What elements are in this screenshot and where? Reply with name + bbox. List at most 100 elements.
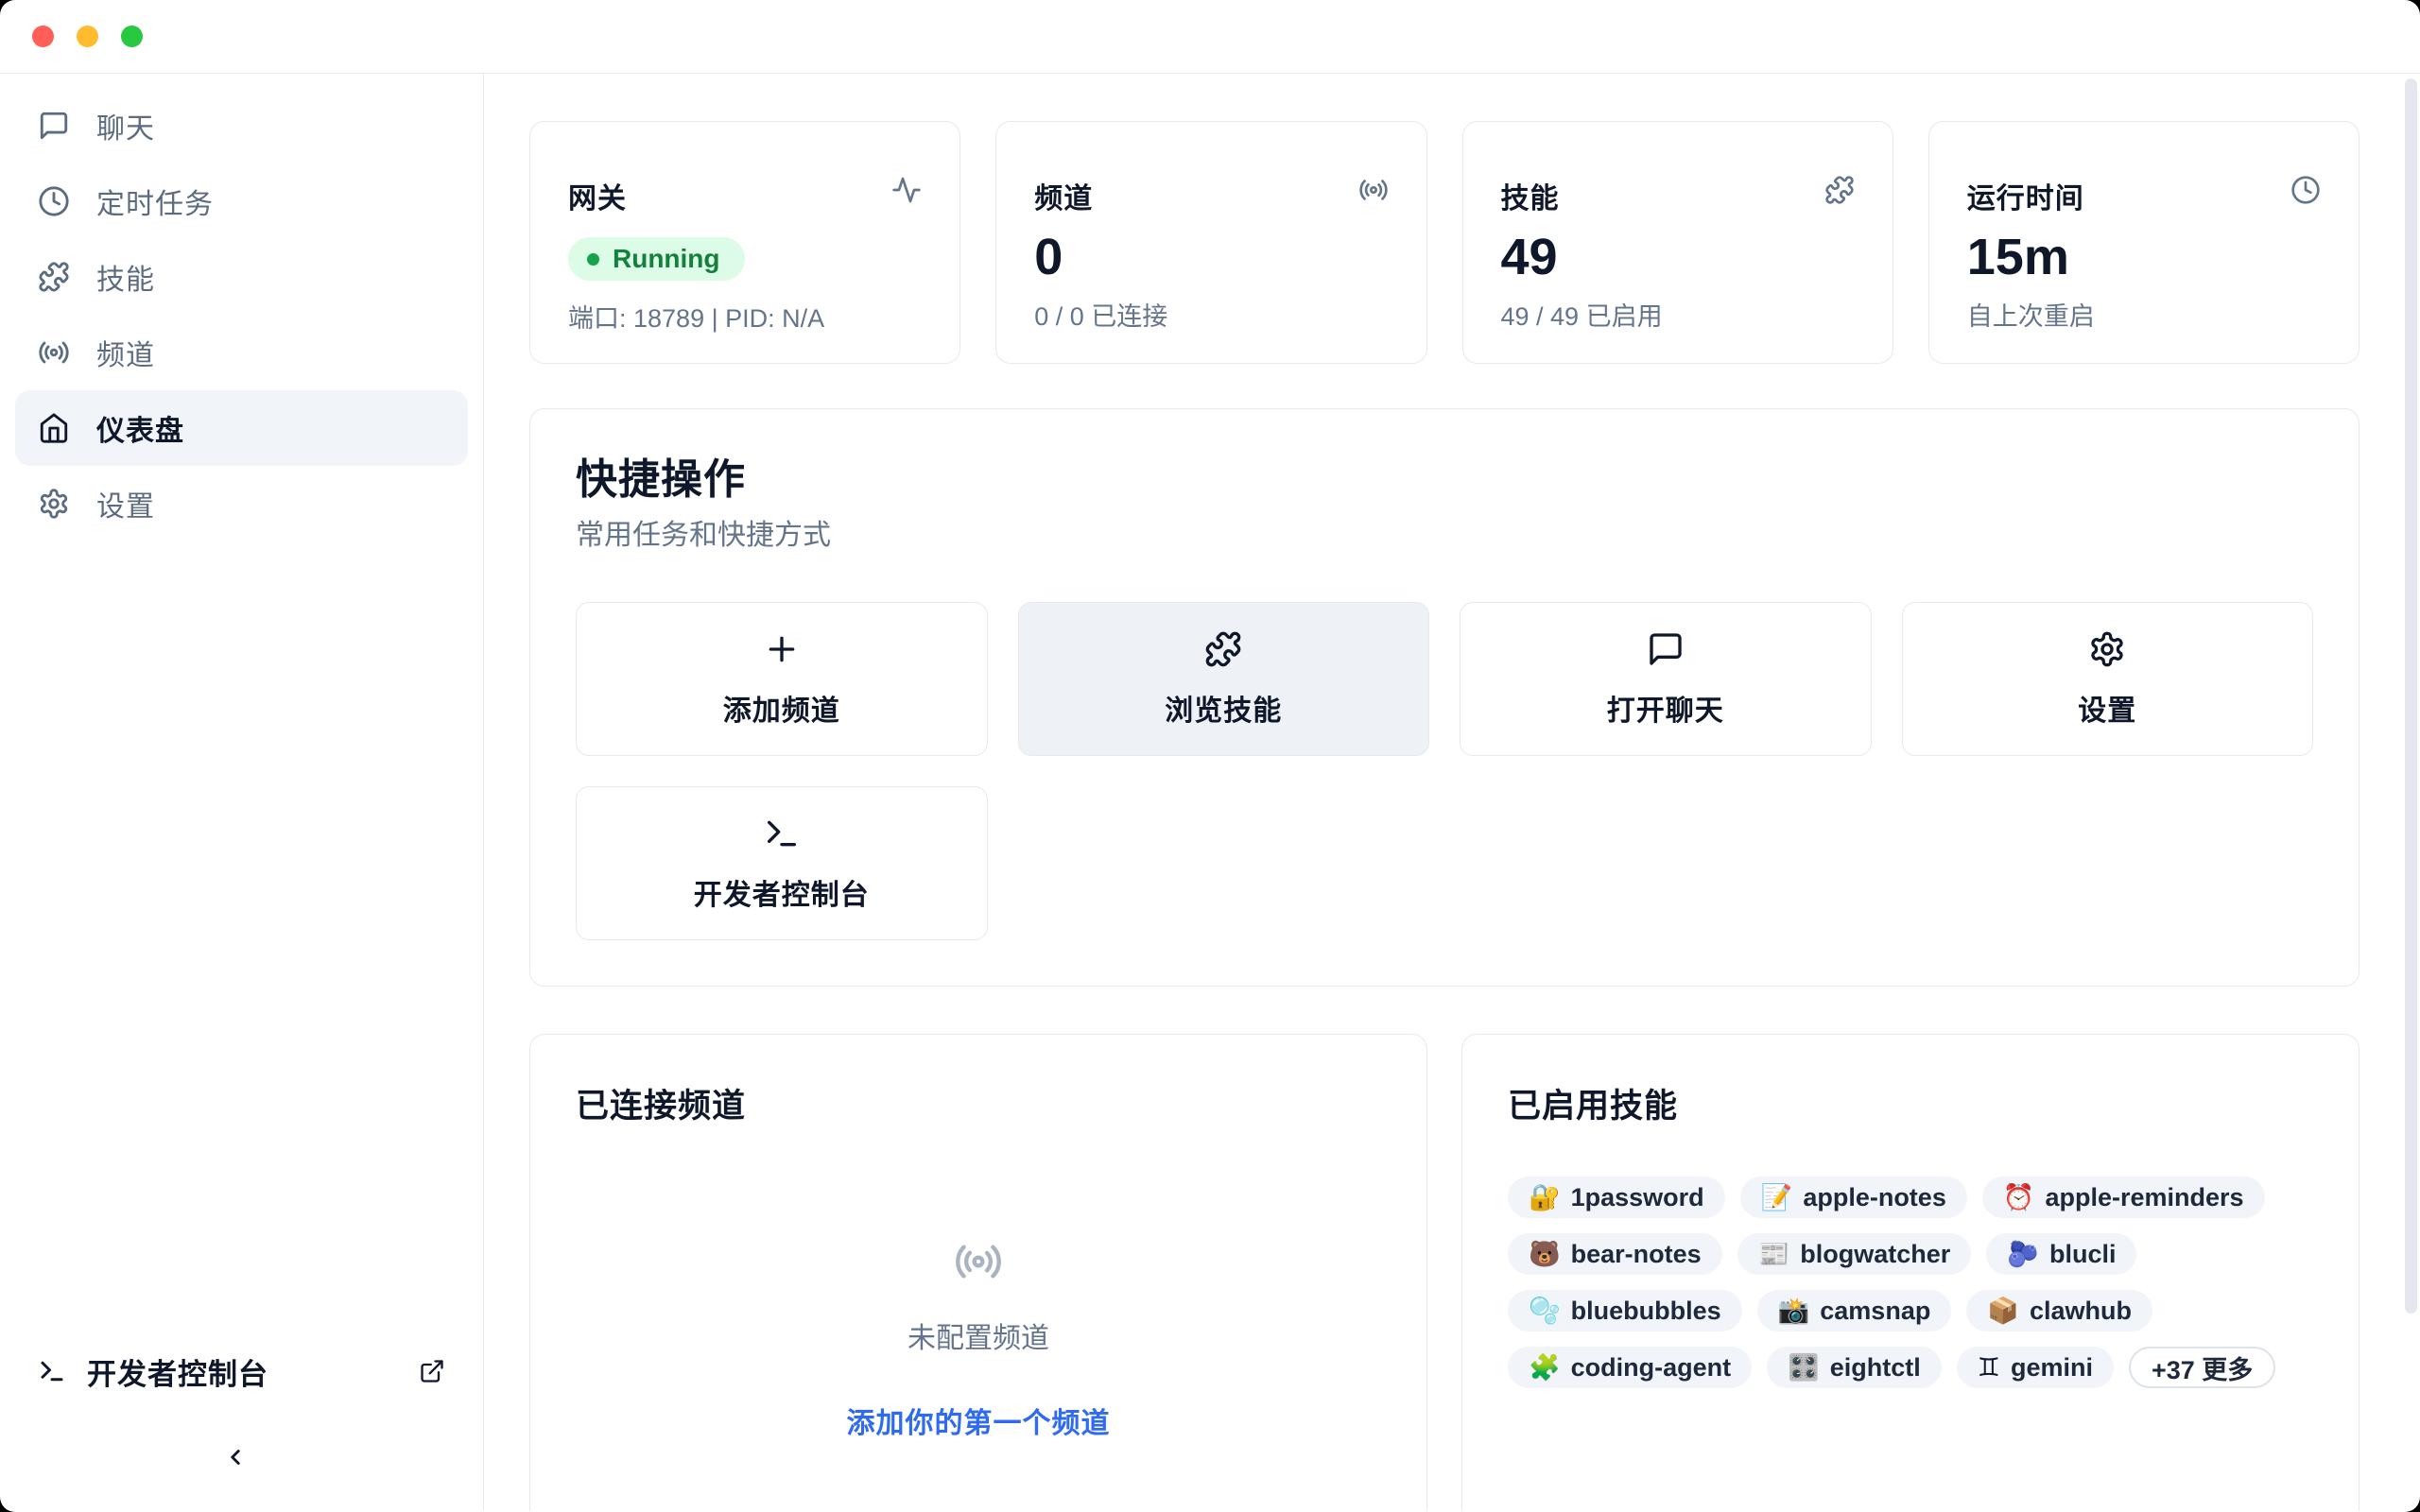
quick-actions-grid: 添加频道 浏览技能 打开聊天 xyxy=(576,602,2313,940)
add-channel-button[interactable]: 添加频道 xyxy=(576,602,988,756)
broadcast-icon xyxy=(38,336,70,369)
skills-chip-list: 🔐1password 📝apple-notes ⏰apple-reminders… xyxy=(1508,1177,2313,1388)
quick-action-label: 设置 xyxy=(2078,687,2136,729)
skill-chip: 🧩coding-agent xyxy=(1508,1347,1752,1388)
quick-action-label: 开发者控制台 xyxy=(694,871,870,913)
channels-empty-state: 未配置频道 添加你的第一个频道 xyxy=(576,1237,1381,1441)
bubbles-emoji-icon: 🫧 xyxy=(1529,1296,1561,1326)
stat-card-detail: 自上次重启 xyxy=(1967,296,2321,333)
stat-card-detail: 0 / 0 已连接 xyxy=(1034,296,1388,333)
connected-channels-card: 已连接频道 未配置频道 添加你的第一个频道 xyxy=(529,1034,1427,1511)
broadcast-icon xyxy=(954,1237,1003,1286)
quick-actions-subtitle: 常用任务和快捷方式 xyxy=(576,519,2313,553)
channels-empty-text: 未配置频道 xyxy=(908,1314,1049,1356)
stat-card-value: 0 xyxy=(1034,230,1388,284)
connected-channels-title: 已连接频道 xyxy=(576,1088,1381,1125)
skill-chip: 📰blogwatcher xyxy=(1737,1233,1972,1275)
puzzle-icon xyxy=(1204,630,1242,668)
sidebar-item-chat[interactable]: 聊天 xyxy=(15,88,468,163)
dev-console-row[interactable]: 开发者控制台 xyxy=(38,1352,445,1390)
plus-icon xyxy=(763,630,801,668)
puzzle-icon xyxy=(1824,175,1855,205)
skill-chip: 🫧bluebubbles xyxy=(1508,1290,1742,1332)
chevron-left-icon xyxy=(223,1445,261,1469)
sidebar-item-scheduled-tasks[interactable]: 定时任务 xyxy=(15,163,468,239)
sidebar-nav: 聊天 定时任务 技能 xyxy=(0,74,483,541)
skill-chip: 📝apple-notes xyxy=(1740,1177,1967,1218)
stat-card-uptime: 运行时间 15m 自上次重启 xyxy=(1928,121,2360,364)
gear-icon xyxy=(38,488,70,520)
sidebar-item-label: 定时任务 xyxy=(96,180,214,222)
app-window: 聊天 定时任务 技能 xyxy=(0,0,2420,1512)
stat-card-channels: 频道 0 0 / 0 已连接 xyxy=(995,121,1426,364)
stat-card-title: 频道 xyxy=(1034,175,1093,216)
status-label: Running xyxy=(613,244,720,274)
settings-button[interactable]: 设置 xyxy=(1902,602,2314,756)
dev-console-button[interactable]: 开发者控制台 xyxy=(576,786,988,940)
stat-card-detail: 端口: 18789 | PID: N/A xyxy=(568,298,922,335)
status-dot xyxy=(587,253,599,266)
sidebar-item-label: 仪表盘 xyxy=(96,407,184,449)
minimize-button[interactable] xyxy=(77,26,98,47)
skill-chip: 🐻bear-notes xyxy=(1508,1233,1722,1275)
sidebar-item-label: 技能 xyxy=(96,256,155,298)
skill-chip: 📦clawhub xyxy=(1966,1290,2152,1332)
scrollbar-thumb[interactable] xyxy=(2405,78,2417,1314)
sidebar: 聊天 定时任务 技能 xyxy=(0,74,484,1511)
skill-chip: 🔐1password xyxy=(1508,1177,1725,1218)
open-chat-button[interactable]: 打开聊天 xyxy=(1460,602,1872,756)
stat-card-gateway: 网关 Running 端口: 18789 | PID: N/A xyxy=(529,121,960,364)
quick-action-label: 打开聊天 xyxy=(1607,687,1724,729)
control-knobs-emoji-icon: 🎛️ xyxy=(1788,1352,1820,1383)
chat-bubble-icon xyxy=(1647,630,1685,668)
quick-action-label: 浏览技能 xyxy=(1165,687,1282,729)
activity-icon xyxy=(891,175,922,205)
sidebar-item-settings[interactable]: 设置 xyxy=(15,466,468,541)
stat-card-value: 49 xyxy=(1501,230,1855,284)
sidebar-footer: 开发者控制台 xyxy=(0,1352,483,1511)
gemini-emoji-icon: ♊ xyxy=(1978,1353,2000,1383)
sidebar-item-skills[interactable]: 技能 xyxy=(15,239,468,315)
bear-emoji-icon: 🐻 xyxy=(1529,1239,1561,1269)
puzzle-emoji-icon: 🧩 xyxy=(1529,1352,1561,1383)
main-content: 网关 Running 端口: 18789 | PID: N/A 频道 xyxy=(484,74,2420,1511)
external-link-icon[interactable] xyxy=(419,1358,445,1384)
camera-flash-emoji-icon: 📸 xyxy=(1778,1296,1810,1326)
puzzle-icon xyxy=(38,261,70,293)
stats-row: 网关 Running 端口: 18789 | PID: N/A 频道 xyxy=(529,121,2360,364)
skill-chip: ♊gemini xyxy=(1957,1347,2114,1388)
sidebar-item-channels[interactable]: 频道 xyxy=(15,315,468,390)
sidebar-item-dashboard[interactable]: 仪表盘 xyxy=(15,390,468,466)
skill-chip: ⏰apple-reminders xyxy=(1982,1177,2265,1218)
alarm-clock-emoji-icon: ⏰ xyxy=(2003,1182,2035,1212)
stat-card-title: 网关 xyxy=(568,175,627,216)
terminal-icon xyxy=(38,1357,66,1385)
zoom-button[interactable] xyxy=(121,26,143,47)
broadcast-icon xyxy=(1358,175,1389,205)
sidebar-collapse-button[interactable] xyxy=(223,1445,261,1469)
memo-emoji-icon: 📝 xyxy=(1761,1182,1793,1212)
dev-console-label: 开发者控制台 xyxy=(87,1350,419,1393)
package-emoji-icon: 📦 xyxy=(1987,1296,2019,1326)
clock-icon xyxy=(2290,175,2321,205)
stat-card-title: 运行时间 xyxy=(1967,175,2084,216)
close-button[interactable] xyxy=(32,26,54,47)
chat-bubble-icon xyxy=(38,110,70,142)
add-first-channel-link[interactable]: 添加你的第一个频道 xyxy=(847,1400,1111,1441)
more-skills-chip[interactable]: +37 更多 xyxy=(2129,1347,2275,1388)
browse-skills-button[interactable]: 浏览技能 xyxy=(1018,602,1430,756)
clock-icon xyxy=(38,185,70,217)
blueberries-emoji-icon: 🫐 xyxy=(2007,1239,2039,1269)
skill-chip: 🫐blucli xyxy=(1986,1233,2136,1275)
enabled-skills-card: 已启用技能 🔐1password 📝apple-notes ⏰apple-rem… xyxy=(1461,1034,2360,1511)
sidebar-item-label: 频道 xyxy=(96,332,155,373)
lock-emoji-icon: 🔐 xyxy=(1529,1182,1561,1212)
newspaper-emoji-icon: 📰 xyxy=(1758,1239,1790,1269)
stat-card-skills: 技能 49 49 / 49 已启用 xyxy=(1462,121,1893,364)
enabled-skills-title: 已启用技能 xyxy=(1508,1088,2313,1125)
quick-actions-title: 快捷操作 xyxy=(576,455,2313,506)
stat-card-detail: 49 / 49 已启用 xyxy=(1501,296,1855,333)
quick-actions-section: 快捷操作 常用任务和快捷方式 添加频道 浏览技能 xyxy=(529,408,2360,987)
sidebar-item-label: 聊天 xyxy=(96,105,155,146)
quick-action-label: 添加频道 xyxy=(723,687,840,729)
